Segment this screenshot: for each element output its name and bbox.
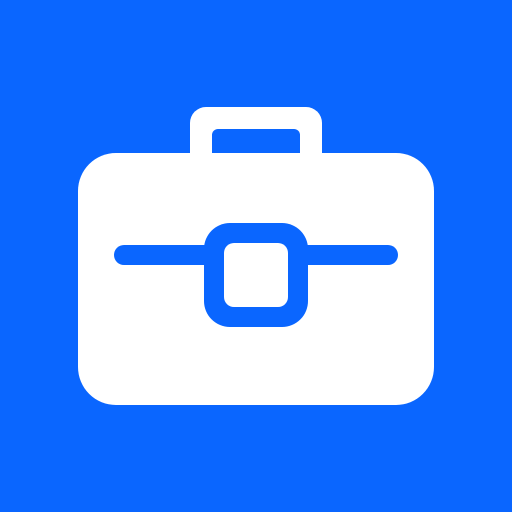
briefcase-clasp-inner <box>224 243 288 307</box>
briefcase-icon <box>78 107 434 405</box>
app-icon-canvas <box>0 0 512 512</box>
